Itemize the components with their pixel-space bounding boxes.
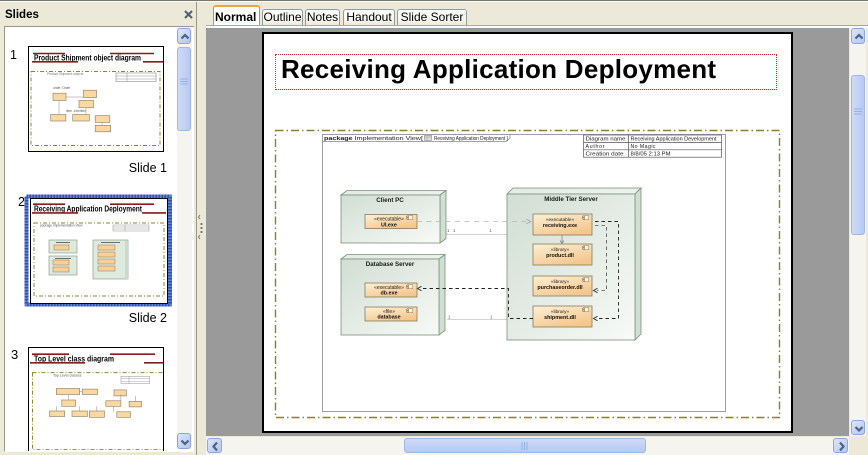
svg-text:db.exe: db.exe — [380, 291, 397, 297]
svg-text:Receiving Application Developm: Receiving Application Development — [631, 137, 718, 143]
svg-text:No Magic: No Magic — [631, 144, 656, 150]
svg-text:database: database — [377, 315, 400, 321]
svg-text:Client PC: Client PC — [376, 197, 404, 204]
svg-text:item :LineItem: item :LineItem — [66, 109, 86, 113]
svg-text:shipment.dll: shipment.dll — [544, 315, 576, 321]
svg-text:Diagram name: Diagram name — [586, 137, 626, 143]
svg-text:purchaseorder.dll: purchaseorder.dll — [537, 285, 583, 291]
svg-text:package Implementation View: package Implementation View — [40, 224, 83, 228]
svg-text:Middle Tier Server: Middle Tier Server — [544, 196, 598, 203]
svg-text:order :Order: order :Order — [53, 86, 71, 90]
svg-text:receiving.exe: receiving.exe — [543, 223, 577, 229]
svg-text:product.dll: product.dll — [546, 253, 574, 259]
svg-text:Receiving Application Deployme: Receiving Application Deployment ] — [434, 136, 509, 142]
svg-text:UI.exe: UI.exe — [381, 222, 397, 228]
svg-text:package Implementation View[: package Implementation View[ — [324, 136, 424, 142]
svg-text:Product Shipment objects: Product Shipment objects — [47, 72, 84, 76]
svg-text:8/8/05 2:13 PM: 8/8/05 2:13 PM — [631, 151, 671, 157]
svg-text:Top Level classes: Top Level classes — [53, 374, 82, 378]
svg-text:Author: Author — [586, 144, 605, 150]
svg-text:Database Server: Database Server — [366, 261, 415, 268]
svg-text:Creation date: Creation date — [586, 151, 624, 157]
